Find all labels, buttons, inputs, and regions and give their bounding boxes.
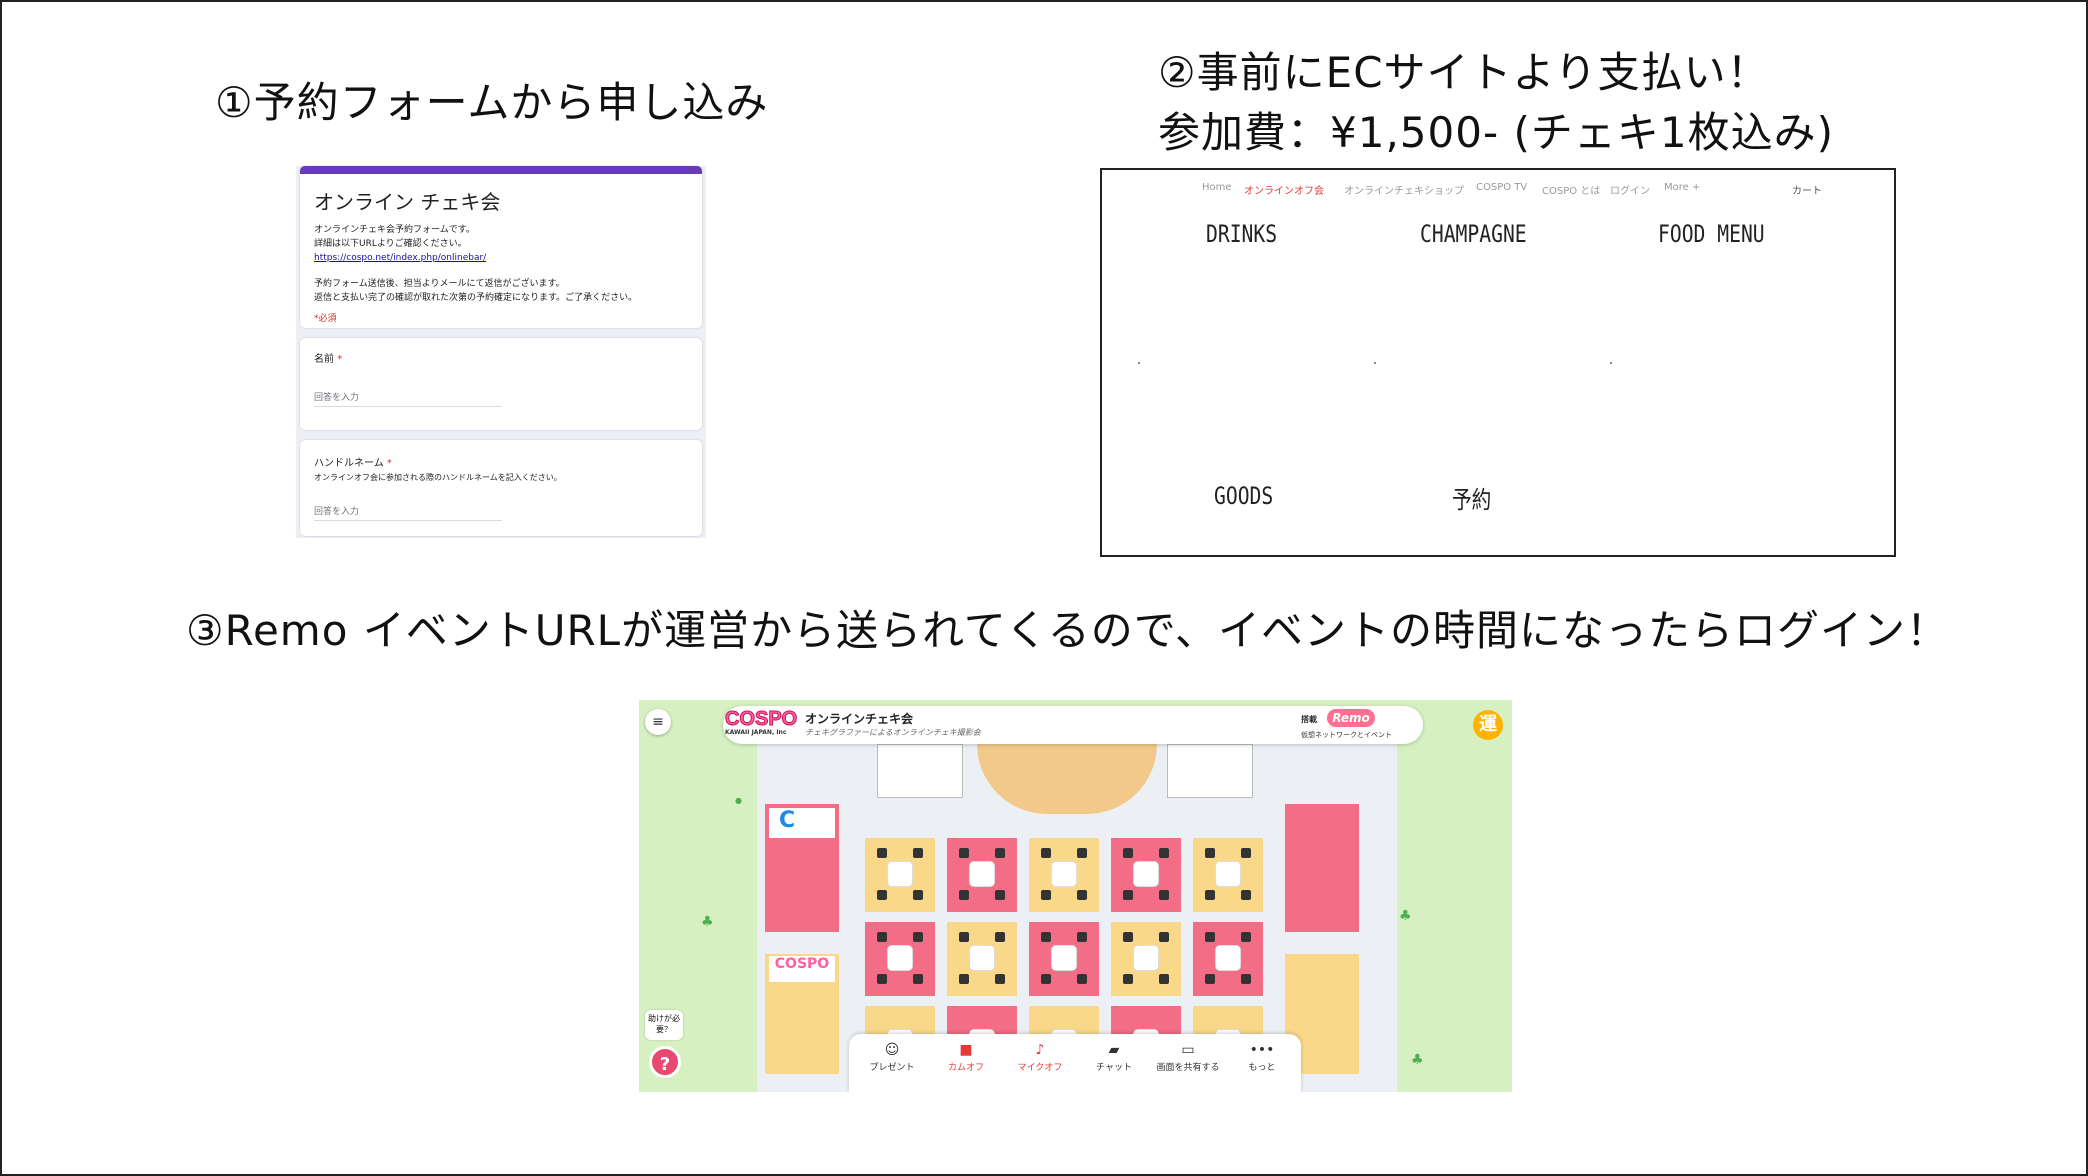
cospo-room-logo: COSPO (769, 956, 835, 982)
chat-icon: ▰ (1108, 1042, 1120, 1058)
reservation-form: オンライン チェキ会 オンラインチェキ会予約フォームです。 詳細は以下URLより… (296, 166, 706, 538)
nav-online-offkai[interactable]: オンラインオフ会 (1244, 182, 1324, 197)
clover-decoration: ♣ (1399, 908, 1412, 924)
nav-cart[interactable]: カート (1792, 182, 1822, 197)
nav-cheki-shop[interactable]: オンラインチェキショップ (1344, 182, 1464, 197)
presenter-icon: ☺ (884, 1042, 900, 1058)
menu-drinks[interactable]: DRINKS (1206, 220, 1277, 248)
mic-off-icon: ♪ (1035, 1042, 1045, 1058)
divider-dot (1610, 362, 1612, 364)
screen-share-icon: ▭ (1181, 1042, 1195, 1058)
table[interactable] (1193, 922, 1263, 996)
nav-more[interactable]: More + (1664, 182, 1700, 193)
step1-heading: ①予約フォームから申し込み (215, 78, 769, 127)
help-button[interactable]: ? (649, 1046, 681, 1078)
stage-screen-right (1167, 744, 1253, 798)
stage-screen-left (877, 744, 963, 798)
required-note: *必須 (314, 314, 337, 324)
table[interactable] (865, 922, 935, 996)
form-title: オンライン チェキ会 (314, 190, 501, 214)
c-logo-icon: C (769, 808, 835, 838)
camera-off-icon: ■ (959, 1042, 973, 1058)
menu-food[interactable]: FOOD MENU (1658, 220, 1765, 248)
divider-dot (1138, 362, 1140, 364)
screen-share-button[interactable]: ▭ 画面を共有する (1153, 1042, 1223, 1073)
form-desc-3: 予約フォーム送信後、担当よりメールにて返信がございます。 (314, 279, 565, 289)
form-info-link[interactable]: https://cospo.net/index.php/onlinebar/ (314, 251, 688, 265)
nav-home[interactable]: Home (1202, 182, 1232, 193)
event-title: オンラインチェキ会 (805, 712, 914, 726)
menu-goods[interactable]: GOODS (1214, 482, 1273, 510)
control-bar: ☺ プレゼント ■ カムオフ ♪ マイクオフ ▰ チャット ▭ 画面を共有する ••• もっ… (849, 1034, 1301, 1092)
remo-logo: Remo (1327, 709, 1375, 727)
nav-cospo-tv[interactable]: COSPO TV (1476, 182, 1527, 193)
cospo-logo: COSPO KAWAII JAPAN, Inc (725, 708, 798, 737)
stage (977, 744, 1157, 814)
table[interactable] (947, 922, 1017, 996)
menu-reserve[interactable]: 予約 (1452, 480, 1491, 515)
table[interactable] (1193, 838, 1263, 912)
clover-decoration: ♣ (1411, 1052, 1424, 1068)
menu-champagne[interactable]: CHAMPAGNE (1420, 220, 1527, 248)
step2-heading: ②事前にECサイトより支払い！ (1158, 48, 1770, 97)
hamburger-menu-icon[interactable]: ≡ (645, 709, 671, 735)
remo-tagline: 仮想ネットワークとイベント (1301, 731, 1392, 739)
step2-fee: 参加費：¥1,500- (チェキ1枚込み) (1158, 108, 1834, 157)
name-input[interactable]: 回答を入力 (314, 390, 502, 407)
more-button[interactable]: ••• もっと (1227, 1042, 1297, 1073)
question-handle-help: オンラインオフ会に参加される際のハンドルネームを記入ください。 (314, 473, 562, 482)
table[interactable] (865, 838, 935, 912)
table[interactable] (1029, 922, 1099, 996)
clover-decoration: ● (735, 796, 742, 805)
table[interactable] (1111, 922, 1181, 996)
step3-heading: ③Remo イベントURLが運営から送られてくるので、イベントの時間になったらロ… (186, 606, 1950, 655)
present-button[interactable]: ☺ プレゼント (857, 1042, 927, 1073)
side-room-right-top[interactable] (1285, 804, 1359, 932)
table[interactable] (947, 838, 1017, 912)
nav-about[interactable]: COSPO とは (1542, 182, 1600, 197)
question-name-card: 名前 * 回答を入力 (300, 338, 702, 430)
form-desc-1: オンラインチェキ会予約フォームです。 (314, 225, 475, 235)
help-bubble: 助けが必 要？ (645, 1010, 683, 1040)
handle-input[interactable]: 回答を入力 (314, 504, 502, 521)
camera-off-button[interactable]: ■ カムオフ (931, 1042, 1001, 1073)
nav-login[interactable]: ログイン (1610, 182, 1650, 197)
remo-event-screen: ♣ ● ♣ ♣ C COSPO ≡ COSPO KAWAII JAPAN, In… (639, 700, 1512, 1092)
admin-badge[interactable]: 運 (1473, 710, 1503, 740)
table[interactable] (1111, 838, 1181, 912)
mic-off-button[interactable]: ♪ マイクオフ (1005, 1042, 1075, 1073)
divider-dot (1374, 362, 1376, 364)
more-icon: ••• (1249, 1042, 1275, 1058)
event-topbar: COSPO KAWAII JAPAN, Inc オンラインチェキ会 チェキグラフ… (723, 706, 1423, 744)
question-handle-label: ハンドルネーム * (314, 458, 392, 469)
question-handle-card: ハンドルネーム * オンラインオフ会に参加される際のハンドルネームを記入ください… (300, 440, 702, 536)
table[interactable] (1029, 838, 1099, 912)
event-subtitle: チェキグラファーによるオンラインチェキ撮影会 (805, 728, 981, 737)
chat-button[interactable]: ▰ チャット (1079, 1042, 1149, 1073)
clover-decoration: ♣ (701, 914, 714, 930)
form-desc-2: 詳細は以下URLよりご確認ください。 (314, 239, 467, 249)
question-name-label: 名前 * (314, 354, 343, 365)
powered-by-label: 搭載 (1301, 715, 1317, 724)
form-header-card: オンライン チェキ会 オンラインチェキ会予約フォームです。 詳細は以下URLより… (300, 166, 702, 328)
form-desc-4: 返信と支払い完了の確認が取れた次第の予約確定になります。ご了承ください。 (314, 293, 638, 303)
ec-site: Home オンラインオフ会 オンラインチェキショップ COSPO TV COSP… (1100, 168, 1896, 557)
